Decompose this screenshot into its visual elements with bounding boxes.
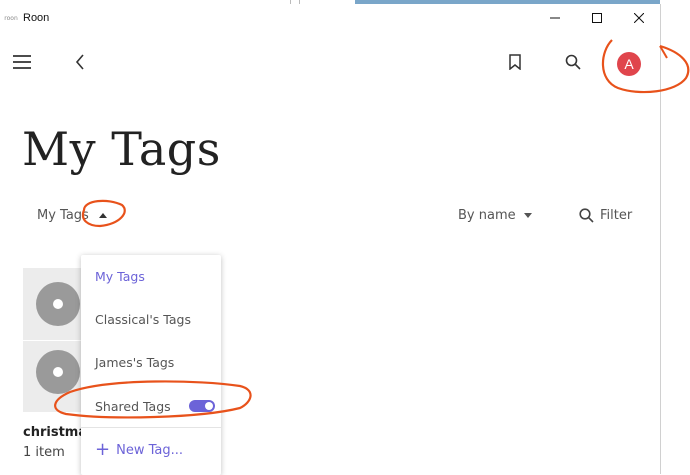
dropdown-item-classicals-tags[interactable]: Classical's Tags	[95, 312, 191, 327]
app-window: roon Roon A My Tags My Tags By name Filt…	[0, 4, 661, 475]
album-placeholder-icon	[36, 282, 80, 326]
maximize-button[interactable]	[576, 4, 618, 32]
close-button[interactable]	[618, 4, 660, 32]
back-button[interactable]	[68, 50, 92, 74]
shared-tags-toggle[interactable]	[189, 400, 215, 412]
sort-label: By name	[458, 208, 516, 223]
album-placeholder-icon	[36, 350, 80, 394]
page-title: My Tags	[22, 122, 221, 176]
filter-label: Filter	[600, 208, 633, 223]
maximize-icon	[592, 13, 602, 23]
search-button[interactable]	[561, 50, 585, 74]
tags-owner-selector[interactable]: My Tags	[37, 208, 107, 223]
minimize-button[interactable]	[534, 4, 576, 32]
new-tag-button[interactable]: + New Tag...	[95, 441, 183, 459]
dropdown-item-james-tags[interactable]: James's Tags	[95, 355, 174, 370]
tags-owner-label: My Tags	[37, 208, 89, 223]
chevron-left-icon	[75, 54, 84, 70]
caret-up-icon	[98, 213, 107, 218]
minimize-icon	[550, 17, 560, 19]
filter-button[interactable]: Filter	[579, 208, 632, 223]
plus-icon: +	[95, 439, 111, 460]
hamburger-icon	[13, 55, 31, 69]
tag-tile-count: 1 item	[23, 445, 65, 460]
filter-row: My Tags By name Filter	[0, 208, 660, 232]
sort-dropdown[interactable]: By name	[458, 208, 532, 223]
window-title: Roon	[23, 12, 50, 24]
new-tag-label: New Tag...	[116, 442, 183, 458]
profile-avatar[interactable]: A	[617, 52, 641, 76]
bookmarks-button[interactable]	[503, 50, 527, 74]
search-icon	[579, 208, 594, 223]
dropdown-divider	[81, 427, 221, 428]
bookmark-icon	[509, 54, 521, 70]
annotation-stroke-avatar	[659, 45, 668, 59]
title-bar[interactable]: roon Roon	[0, 4, 660, 32]
dropdown-item-my-tags[interactable]: My Tags	[95, 269, 145, 284]
top-toolbar: A	[0, 32, 660, 92]
close-icon	[634, 13, 644, 23]
search-icon	[565, 54, 581, 70]
roon-app-icon: roon	[4, 14, 18, 22]
caret-down-icon	[523, 213, 532, 218]
menu-button[interactable]	[10, 50, 34, 74]
tags-owner-dropdown: My Tags Classical's Tags James's Tags Sh…	[81, 255, 221, 475]
dropdown-item-shared-tags[interactable]: Shared Tags	[95, 399, 171, 414]
